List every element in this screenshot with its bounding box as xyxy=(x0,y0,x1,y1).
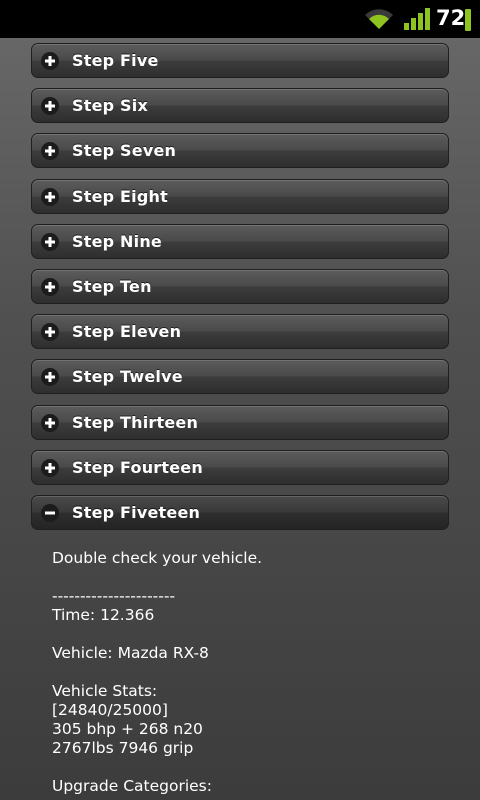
wifi-icon xyxy=(365,9,393,29)
content-separator: ---------------------- xyxy=(52,587,176,605)
plus-icon xyxy=(41,187,59,206)
step-header-twelve[interactable]: Step Twelve xyxy=(31,359,449,395)
content-time: Time: 12.366 xyxy=(52,606,155,624)
content-intro: Double check your vehicle. xyxy=(52,549,263,567)
plus-icon xyxy=(41,232,59,251)
plus-icon xyxy=(41,413,59,432)
minus-icon xyxy=(41,503,59,522)
status-bar: 72 xyxy=(0,0,480,38)
step-header-six[interactable]: Step Six xyxy=(31,88,449,124)
content-stats-heading: Vehicle Stats: xyxy=(52,682,158,700)
plus-icon xyxy=(41,52,59,70)
step-label: Step Ten xyxy=(72,276,152,296)
step-header-five[interactable]: Step Five xyxy=(31,43,449,78)
content-stats-power: 305 bhp + 268 n20 xyxy=(52,720,203,738)
step-label: Step Fourteen xyxy=(72,457,203,477)
step-label: Step Thirteen xyxy=(72,412,199,432)
plus-icon xyxy=(41,142,59,161)
signal-icon xyxy=(404,8,430,30)
step-label: Step Five xyxy=(72,51,159,70)
step-label: Step Seven xyxy=(72,141,177,161)
step-label: Step Fiveteen xyxy=(72,502,201,522)
plus-icon xyxy=(41,458,59,477)
content-upgrade-heading: Upgrade Categories: xyxy=(52,777,212,795)
plus-icon xyxy=(41,368,59,387)
plus-icon xyxy=(41,277,59,296)
step-header-ten[interactable]: Step Ten xyxy=(31,268,449,304)
plus-icon xyxy=(41,323,59,342)
step-header-thirteen[interactable]: Step Thirteen xyxy=(31,404,449,440)
step-header-fourteen[interactable]: Step Fourteen xyxy=(31,449,449,485)
step-header-seven[interactable]: Step Seven xyxy=(31,133,449,169)
step-header-nine[interactable]: Step Nine xyxy=(31,223,449,259)
step-header-eight[interactable]: Step Eight xyxy=(31,178,449,214)
step-label: Step Twelve xyxy=(72,367,183,387)
step-label: Step Eleven xyxy=(72,322,182,342)
steps-accordion: Step Five Step Six Step Seven Step Eight… xyxy=(31,43,449,540)
step-label: Step Six xyxy=(72,96,148,116)
step-header-fiveteen[interactable]: Step Fiveteen xyxy=(31,494,449,530)
step-label: Step Eight xyxy=(72,186,168,206)
step-label: Step Nine xyxy=(72,231,162,251)
battery-level: 72 xyxy=(436,6,466,30)
content-stats-weight: 2767lbs 7946 grip xyxy=(52,739,194,757)
content-stats-score: [24840/25000] xyxy=(52,701,168,719)
content-vehicle: Vehicle: Mazda RX-8 xyxy=(52,644,209,662)
step-content: Double check your vehicle. -------------… xyxy=(52,549,452,796)
step-header-eleven[interactable]: Step Eleven xyxy=(31,314,449,350)
battery-icon xyxy=(465,9,471,31)
plus-icon xyxy=(41,97,59,116)
